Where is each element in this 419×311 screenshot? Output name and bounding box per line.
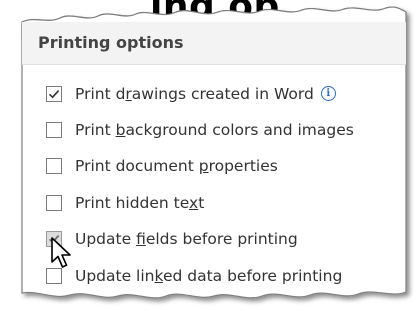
section-title: Printing options: [38, 33, 184, 52]
option-print-properties[interactable]: Print document properties: [46, 154, 278, 178]
option-label: Update fields before printing: [75, 230, 298, 248]
update-linked-data-checkbox[interactable]: [46, 268, 62, 284]
option-label: Print hidden text: [75, 194, 205, 212]
print-hidden-text-checkbox[interactable]: [46, 195, 62, 211]
option-label: Print drawings created in Word i: [75, 85, 336, 103]
info-icon[interactable]: i: [320, 86, 336, 101]
print-properties-checkbox[interactable]: [46, 158, 62, 174]
option-label: Update linked data before printing: [75, 267, 343, 285]
option-update-fields[interactable]: Update fields before printing: [46, 227, 298, 251]
checkmark-icon: [48, 90, 60, 99]
option-label: Print document properties: [75, 157, 278, 175]
option-label: Print background colors and images: [75, 121, 354, 139]
option-print-drawings[interactable]: Print drawings created in Word i: [46, 82, 336, 106]
arrow-cursor-icon: [51, 237, 71, 268]
option-print-hidden-text[interactable]: Print hidden text: [46, 191, 204, 215]
option-print-background[interactable]: Print background colors and images: [46, 118, 354, 142]
option-update-linked-data[interactable]: Update linked data before printing: [46, 264, 342, 288]
print-background-checkbox[interactable]: [46, 122, 62, 138]
print-drawings-checkbox[interactable]: [46, 86, 62, 102]
